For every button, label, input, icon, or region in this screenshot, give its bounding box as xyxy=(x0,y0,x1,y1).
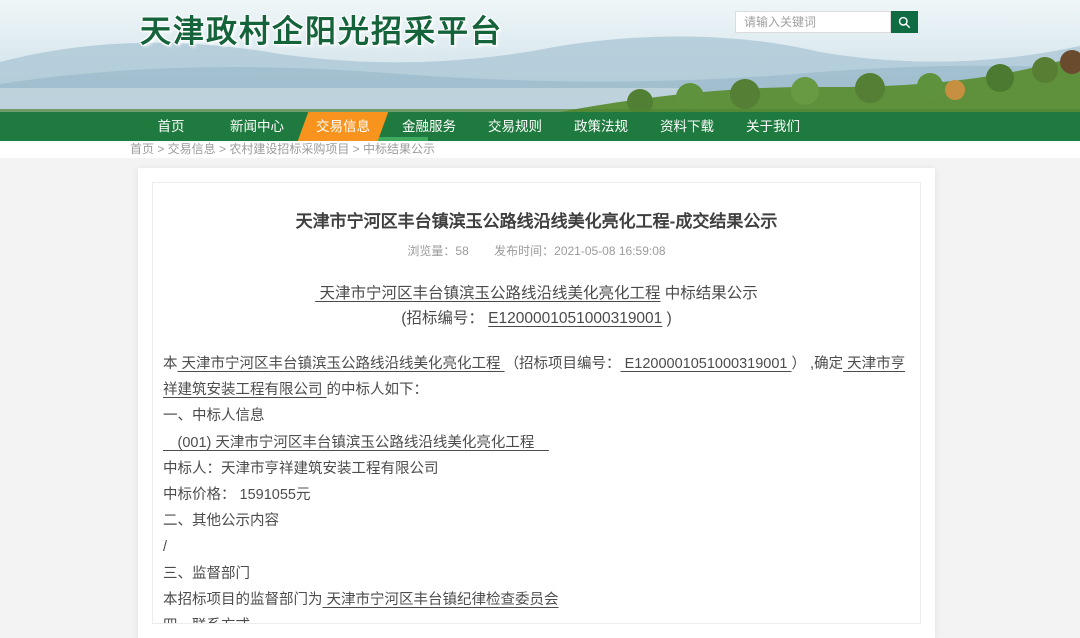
notice-body-line: (001) 天津市宁河区丰台镇滨玉公路线沿线美化亮化工程 xyxy=(163,430,910,456)
plain-text: / xyxy=(163,539,167,555)
notice-body: 本 天津市宁河区丰台镇滨玉公路线沿线美化亮化工程 （招标项目编号： E12000… xyxy=(163,351,910,624)
plain-text: ) xyxy=(662,310,671,327)
nav-item[interactable]: 资料下载 xyxy=(644,112,730,141)
plain-text: 中标结果公示 xyxy=(661,285,758,302)
article-meta: 浏览量：58 发布时间：2021-05-08 16:59:08 xyxy=(163,242,910,259)
notice-body-line: 本招标项目的监督部门为 天津市宁河区丰台镇纪律检查委员会 xyxy=(163,587,910,613)
publish-time: 发布时间：2021-05-08 16:59:08 xyxy=(494,244,665,258)
search-box xyxy=(735,11,918,33)
notice-body-line: / xyxy=(163,534,910,560)
nav-item[interactable]: 新闻中心 xyxy=(214,112,300,141)
plain-text: ） ,确定 xyxy=(792,356,844,372)
notice-heading: 天津市宁河区丰台镇滨玉公路线沿线美化亮化工程 中标结果公示 (招标编号： E12… xyxy=(163,281,910,331)
underlined-text: 天津市宁河区丰台镇滨玉公路线沿线美化亮化工程 xyxy=(315,285,660,302)
notice-body-line: 中标价格： 1591055元 xyxy=(163,482,910,508)
notice-body-line: 中标人：天津市亨祥建筑安装工程有限公司 xyxy=(163,456,910,482)
plain-text: (招标编号： xyxy=(401,310,488,327)
nav-item[interactable]: 交易规则 xyxy=(472,112,558,141)
underlined-text: E1200001051000319001 xyxy=(621,356,792,372)
main-area: 天津市宁河区丰台镇滨玉公路线沿线美化亮化工程-成交结果公示 浏览量：58 发布时… xyxy=(0,158,1080,607)
notice-body-line: 二、其他公示内容 xyxy=(163,508,910,534)
breadcrumb[interactable]: 首页 > 交易信息 > 农村建设招标采购项目 > 中标结果公示 xyxy=(0,141,1080,158)
underlined-text: E1200001051000319001 xyxy=(488,310,662,327)
notice-heading-line: 天津市宁河区丰台镇滨玉公路线沿线美化亮化工程 中标结果公示 xyxy=(163,281,910,306)
site-header: 天津政村企阳光招采平台 xyxy=(0,0,1080,112)
nav-item[interactable]: 关于我们 xyxy=(730,112,816,141)
view-count: 浏览量：58 xyxy=(407,244,468,258)
underlined-text: 天津市宁河区丰台镇滨玉公路线沿线美化亮化工程 xyxy=(178,356,505,372)
search-input[interactable] xyxy=(735,11,891,33)
underlined-text: 天津市宁河区丰台镇纪律检查委员会 xyxy=(323,592,559,608)
article-title: 天津市宁河区丰台镇滨玉公路线沿线美化亮化工程-成交结果公示 xyxy=(163,207,910,232)
plain-text: （招标项目编号： xyxy=(505,356,621,372)
content-card-border: 天津市宁河区丰台镇滨玉公路线沿线美化亮化工程-成交结果公示 浏览量：58 发布时… xyxy=(152,182,921,624)
plain-text: 三、监督部门 xyxy=(163,566,250,582)
plain-text: 中标价格： 1591055元 xyxy=(163,487,310,503)
plain-text: 本 xyxy=(163,356,178,372)
plain-text: 中标人：天津市亨祥建筑安装工程有限公司 xyxy=(163,461,439,477)
nav-item[interactable]: 交易信息 xyxy=(300,112,386,141)
notice-body-line: 四、联系方式 xyxy=(163,613,910,624)
plain-text: 二、其他公示内容 xyxy=(163,513,279,529)
nav-item-label: 资料下载 xyxy=(660,119,714,134)
nav-item-label: 政策法规 xyxy=(574,119,628,134)
main-nav: 首页 新闻中心 交易信息 金融服务 交易规则 政策法规 资料下载 xyxy=(0,112,1080,141)
magnifier-icon xyxy=(898,16,911,29)
nav-item-label: 交易规则 xyxy=(488,119,542,134)
plain-text: 一、中标人信息 xyxy=(163,408,265,424)
nav-item-label: 首页 xyxy=(158,119,185,134)
plain-text: 本招标项目的监督部门为 xyxy=(163,592,323,608)
nav-item[interactable]: 首页 xyxy=(128,112,214,141)
content-card: 天津市宁河区丰台镇滨玉公路线沿线美化亮化工程-成交结果公示 浏览量：58 发布时… xyxy=(138,168,935,638)
site-title: 天津政村企阳光招采平台 xyxy=(140,6,503,51)
nav-item-label: 新闻中心 xyxy=(230,119,284,134)
nav-item-label: 金融服务 xyxy=(402,119,456,134)
search-button[interactable] xyxy=(891,11,918,33)
nav-item-label: 关于我们 xyxy=(746,119,800,134)
notice-body-line: 一、中标人信息 xyxy=(163,403,910,429)
nav-item[interactable]: 金融服务 xyxy=(386,112,472,141)
plain-text: 的中标人如下： xyxy=(327,382,429,398)
plain-text: 四、联系方式 xyxy=(163,618,250,624)
underlined-text: (001) 天津市宁河区丰台镇滨玉公路线沿线美化亮化工程 xyxy=(163,435,549,451)
notice-body-line: 本 天津市宁河区丰台镇滨玉公路线沿线美化亮化工程 （招标项目编号： E12000… xyxy=(163,351,910,403)
nav-item[interactable]: 政策法规 xyxy=(558,112,644,141)
notice-heading-line: (招标编号： E1200001051000319001 ) xyxy=(163,306,910,331)
nav-item-label: 交易信息 xyxy=(316,119,370,134)
notice-body-line: 三、监督部门 xyxy=(163,561,910,587)
